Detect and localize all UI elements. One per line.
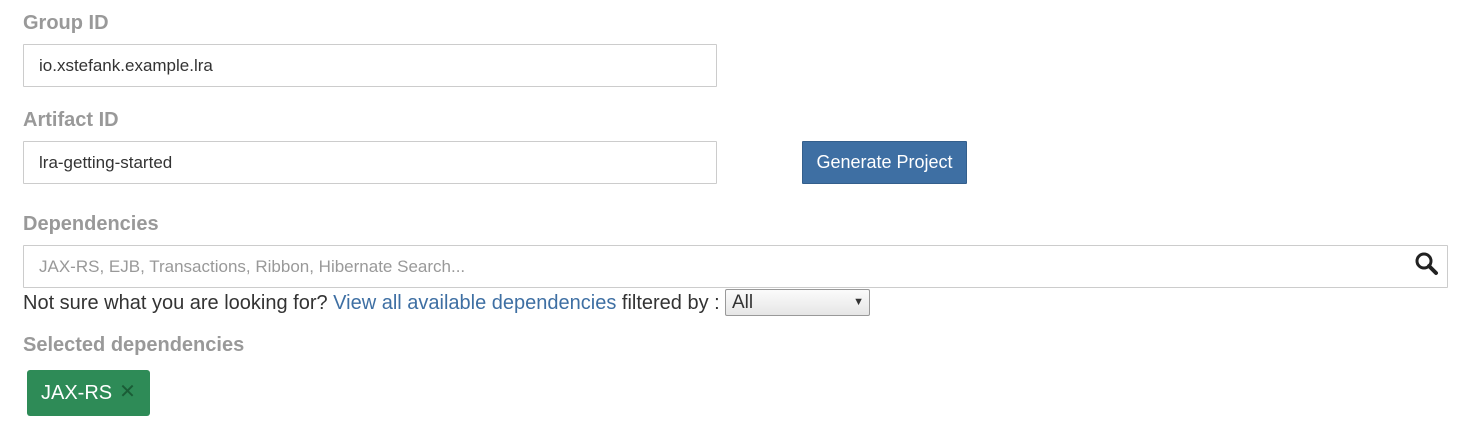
generate-project-button[interactable]: Generate Project: [802, 141, 967, 184]
selected-dependencies-label: Selected dependencies: [23, 334, 245, 356]
dependencies-label: Dependencies: [23, 213, 159, 235]
group-id-input[interactable]: [23, 44, 717, 87]
artifact-id-label: Artifact ID: [23, 109, 119, 131]
helper-suffix: filtered by :: [616, 292, 720, 314]
chevron-down-icon: ▼: [853, 296, 864, 308]
search-icon[interactable]: [1414, 251, 1440, 277]
dependencies-helper-text: Not sure what you are looking for? View …: [23, 291, 720, 315]
helper-prefix: Not sure what you are looking for?: [23, 292, 334, 314]
selected-dependency-chip: JAX-RS ✕: [27, 370, 150, 416]
group-id-label: Group ID: [23, 12, 109, 34]
view-all-dependencies-link[interactable]: View all available dependencies: [333, 292, 616, 314]
dependency-search-input[interactable]: [23, 245, 1448, 288]
close-icon[interactable]: ✕: [119, 379, 136, 404]
artifact-id-input[interactable]: [23, 141, 717, 184]
chip-label: JAX-RS: [41, 381, 113, 404]
filter-select-value: All: [732, 292, 754, 313]
filter-select[interactable]: All ▼: [725, 289, 870, 316]
